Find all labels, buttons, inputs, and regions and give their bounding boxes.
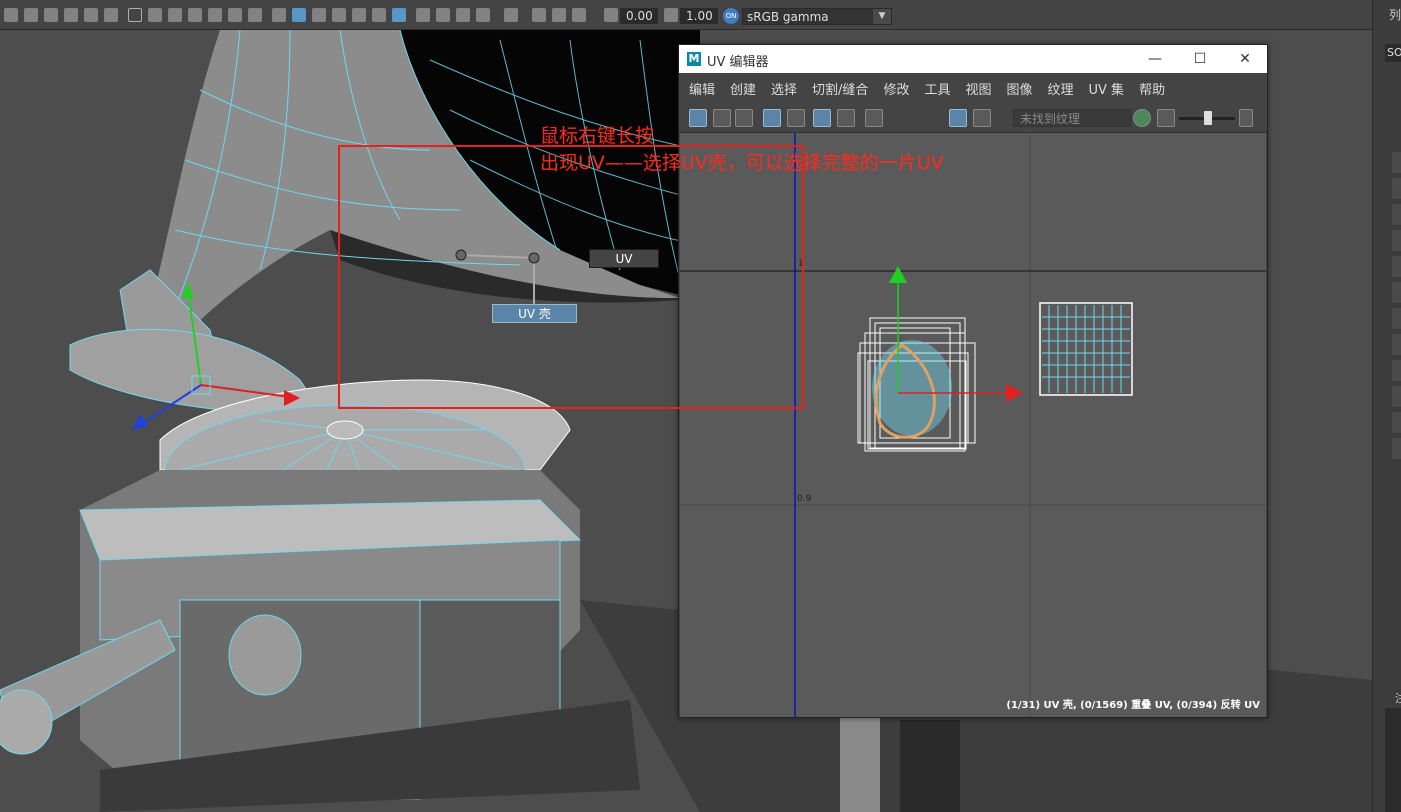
uv-snap-icon[interactable] [837, 109, 855, 127]
menu-cut-sew[interactable]: 切割/缝合 [812, 79, 868, 98]
isolate-select-icon[interactable] [504, 8, 518, 22]
uv-editor-menubar: 编辑 创建 选择 切割/缝合 修改 工具 视图 图像 纹理 UV 集 帮助 [679, 73, 1267, 103]
wireframe-icon[interactable] [272, 8, 286, 22]
marking-menu-uv-shell[interactable]: UV 壳 [492, 304, 577, 323]
menu-create[interactable]: 创建 [730, 79, 756, 98]
gamma-icon[interactable] [664, 8, 678, 22]
image-range-icon[interactable] [1157, 109, 1175, 127]
uv-canvas[interactable]: 1 0.9 (1/31) UV 壳, (0/1569) 重叠 UV, (0/39… [680, 133, 1266, 717]
panel-row[interactable] [1392, 230, 1401, 252]
xray-active-icon[interactable] [572, 8, 586, 22]
2d-pan-zoom-icon[interactable] [84, 8, 98, 22]
uv-checker-icon[interactable] [787, 109, 805, 127]
safe-action-icon[interactable] [228, 8, 242, 22]
chevron-down-icon: ▼ [873, 9, 891, 24]
snapshot-icon[interactable] [865, 109, 883, 127]
close-icon[interactable]: ✕ [1235, 49, 1255, 69]
uv-editor-titlebar[interactable]: M UV 编辑器 — ☐ ✕ [679, 45, 1267, 73]
uv-grid [680, 133, 1266, 717]
panel-row[interactable] [1392, 256, 1401, 278]
panel-row[interactable] [1392, 386, 1401, 408]
camera-select-icon[interactable] [4, 8, 18, 22]
image-plane-icon[interactable] [64, 8, 78, 22]
menu-edit[interactable]: 编辑 [689, 79, 715, 98]
menu-modify[interactable]: 修改 [883, 79, 909, 98]
viewport-toolbar: 0.00 1.00 ON sRGB gamma ▼ [0, 0, 1372, 30]
menu-view[interactable]: 视图 [965, 79, 991, 98]
panel-row[interactable] [1392, 178, 1401, 200]
view-transform-value: sRGB gamma [747, 10, 829, 24]
wireframe-on-shaded-icon[interactable] [332, 8, 346, 22]
film-gate-icon[interactable] [148, 8, 162, 22]
depth-of-field-icon[interactable] [476, 8, 490, 22]
motion-blur-icon[interactable] [436, 8, 450, 22]
color-management-toggle[interactable]: ON [723, 8, 739, 24]
ambient-occlusion-icon[interactable] [416, 8, 430, 22]
slider-handle[interactable] [1204, 111, 1212, 125]
annotation-line-2: 出现UV——选择UV壳，可以选择完整的一片UV [540, 152, 944, 174]
smooth-shade-icon[interactable] [292, 8, 306, 22]
menu-select[interactable]: 选择 [771, 79, 797, 98]
panel-row[interactable] [1392, 204, 1401, 226]
panel-row[interactable] [1392, 438, 1401, 460]
panel-notes-label: 注 [1395, 692, 1401, 705]
panel-row[interactable] [1392, 308, 1401, 330]
panel-row[interactable] [1392, 334, 1401, 356]
lights-icon[interactable] [372, 8, 386, 22]
annotation-line-1: 鼠标右键长按 [540, 125, 655, 147]
exposure-field[interactable]: 0.00 [620, 8, 658, 24]
panel-notes-area[interactable] [1385, 708, 1401, 812]
field-chart-icon[interactable] [208, 8, 222, 22]
uv-shell-shade-icon[interactable] [735, 109, 753, 127]
view-transform-select[interactable]: sRGB gamma ▼ [742, 8, 892, 25]
exposure-icon[interactable] [604, 8, 618, 22]
xray-joints-icon[interactable] [552, 8, 566, 22]
gamma-field[interactable]: 1.00 [680, 8, 718, 24]
panel-row[interactable] [1392, 412, 1401, 434]
minimize-icon[interactable]: — [1145, 49, 1165, 69]
grid-icon[interactable] [128, 8, 142, 22]
uv-bounding-box-icon[interactable] [763, 109, 781, 127]
panel-row[interactable] [1392, 282, 1401, 304]
bookmark-icon[interactable] [44, 8, 58, 22]
resolution-gate-icon[interactable] [168, 8, 182, 22]
uv-editor-window: M UV 编辑器 — ☐ ✕ 编辑 创建 选择 切割/缝合 修改 工具 视图 图… [678, 44, 1268, 718]
xray-icon[interactable] [532, 8, 546, 22]
panel-row[interactable] [1392, 152, 1401, 174]
shadows-icon[interactable] [392, 8, 406, 22]
safe-title-icon[interactable] [248, 8, 262, 22]
uv-shell-border-icon[interactable] [713, 109, 731, 127]
uv-tick-top: 1 [798, 259, 804, 269]
marking-menu-uv[interactable]: UV [589, 249, 659, 268]
panel-title: 列 [1389, 8, 1401, 22]
panel-row[interactable] [1392, 360, 1401, 382]
uv-status-line: (1/31) UV 壳, (0/1569) 重叠 UV, (0/394) 反转 … [1006, 700, 1260, 711]
uv-grid-icon[interactable] [813, 109, 831, 127]
maximize-icon[interactable]: ☐ [1190, 49, 1210, 69]
menu-uv-sets[interactable]: UV 集 [1089, 79, 1125, 98]
maya-logo-icon: M [687, 52, 701, 66]
gate-mask-icon[interactable] [188, 8, 202, 22]
default-material-icon[interactable] [312, 8, 326, 22]
rgb-channel-icon[interactable] [1133, 109, 1151, 127]
uv-tick-left: 0.9 [797, 494, 812, 504]
checkerboard-icon[interactable] [973, 109, 991, 127]
camera-attributes-icon[interactable] [24, 8, 38, 22]
uv-editor-title: UV 编辑器 [707, 55, 769, 70]
menu-textures[interactable]: 纹理 [1048, 79, 1074, 98]
uv-shell-icon[interactable] [689, 109, 707, 127]
menu-image[interactable]: 图像 [1006, 79, 1032, 98]
multisample-aa-icon[interactable] [456, 8, 470, 22]
grease-pencil-icon[interactable] [104, 8, 118, 22]
texture-select[interactable]: 未找到纹理 [1013, 109, 1131, 127]
menu-tools[interactable]: 工具 [924, 79, 950, 98]
right-side-panel: 列 SO 注 [1372, 0, 1401, 812]
menu-help[interactable]: 帮助 [1139, 79, 1165, 98]
textured-icon[interactable] [352, 8, 366, 22]
panel-search-field[interactable]: SO [1385, 44, 1401, 62]
display-image-icon[interactable] [949, 109, 967, 127]
toolbar-expand-icon[interactable] [1239, 109, 1253, 127]
